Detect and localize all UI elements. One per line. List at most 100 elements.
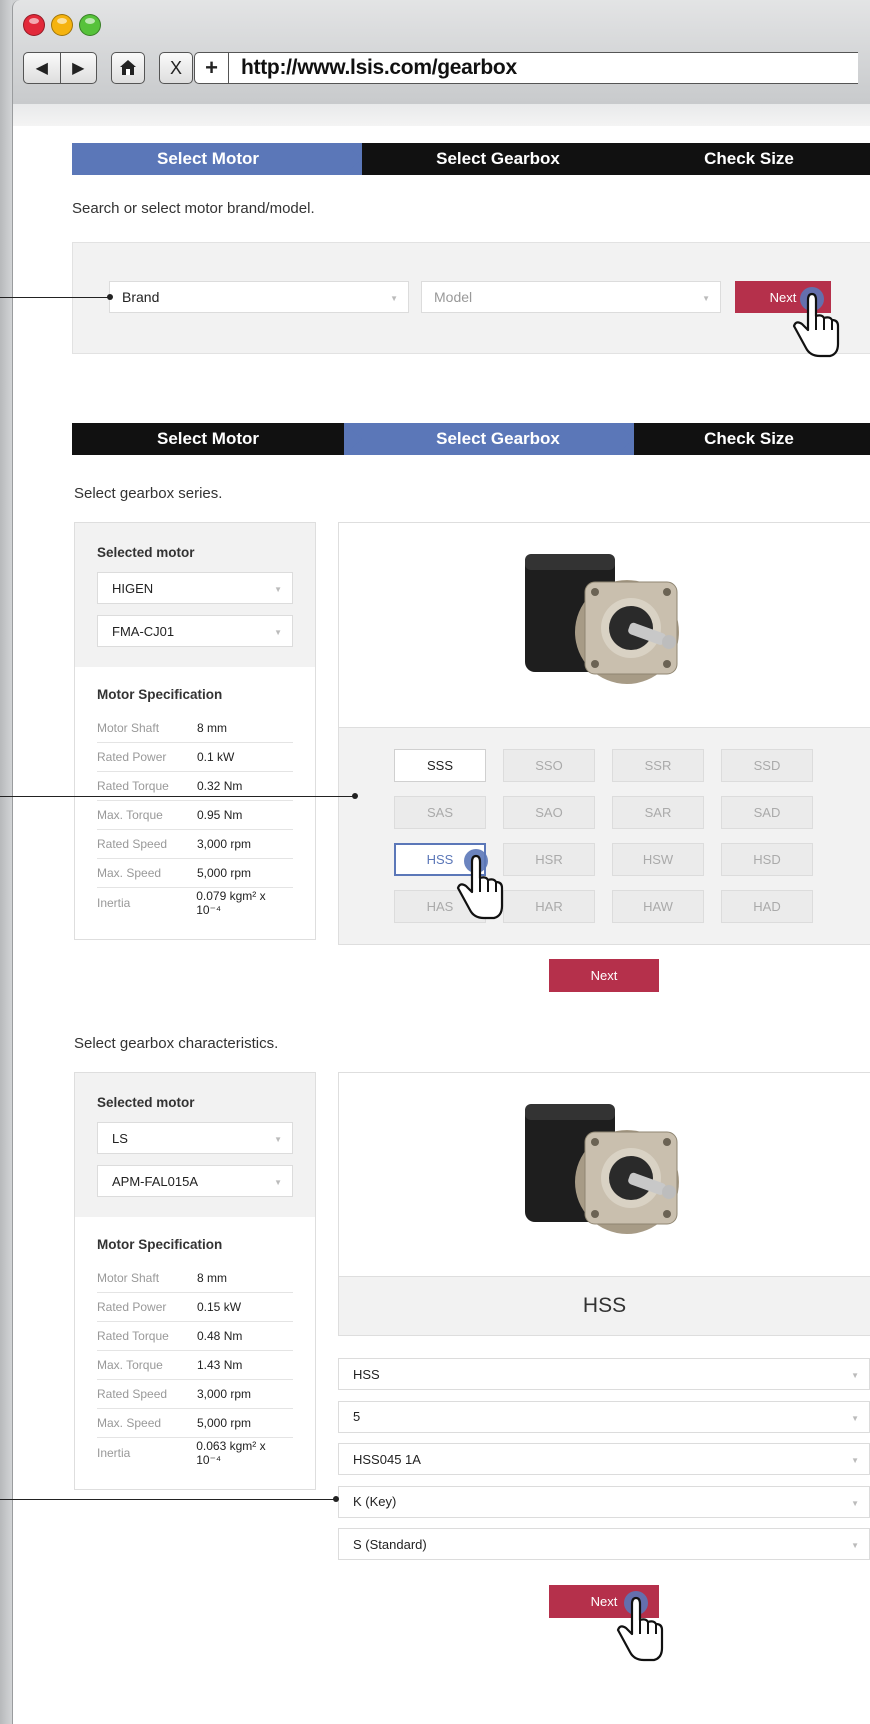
series-button-sso[interactable]: SSO [503,749,595,782]
section-hint: Select gearbox characteristics. [74,1035,279,1052]
spec-value: 3,000 rpm [197,1387,252,1401]
minimize-window-button[interactable] [51,14,73,36]
spec-row: Rated Power 0.1 kW [97,743,293,772]
chevron-down-icon: ▼ [851,1413,859,1423]
step-bar-1: Select Motor Select Gearbox Check Size [72,143,870,175]
chevron-down-icon: ▼ [390,294,398,303]
spec-value: 0.32 Nm [197,779,243,793]
spec-row: Inertia 0.063 kgm² x 10⁻⁴ [97,1438,293,1467]
chevron-down-icon: ▼ [851,1541,859,1550]
step-select-gearbox[interactable]: Select Gearbox [362,423,634,455]
spec-label: Rated Power [97,750,167,764]
motor-brand-select[interactable]: HIGEN ▼ [97,572,293,604]
spec-label: Max. Torque [97,808,163,822]
hand-cursor-icon [456,849,504,920]
series-button-had[interactable]: HAD [721,890,813,923]
spec-value: 1.43 Nm [197,1358,243,1372]
spec-table: Motor Shaft 8 mm Rated Power 0.1 kW Rated To… [97,714,293,917]
motor-brand-select[interactable]: LS ▼ [97,1122,293,1154]
spec-row: Max. Speed 5,000 rpm [97,859,293,888]
backlash-select[interactable]: S (Standard) ▼ [338,1528,870,1560]
spec-row: Max. Speed 5,000 rpm [97,1409,293,1438]
selected-series-title: HSS [338,1276,870,1336]
home-button[interactable] [111,52,145,84]
step-bar-2: Select Motor Select Gearbox Check Size [72,423,870,455]
series-button-ssr[interactable]: SSR [612,749,704,782]
spec-label: Rated Speed [97,837,168,851]
step-check-size[interactable]: Check Size [634,143,864,175]
motor-model-select[interactable]: APM-FAL015A ▼ [97,1165,293,1197]
section-hint: Search or select motor brand/model. [72,200,315,217]
selected-motor-box: Selected motor HIGEN ▼ FMA-CJ01 ▼ [75,523,315,667]
chevron-down-icon: ▼ [702,294,710,303]
spec-value: 0.95 Nm [197,808,243,822]
series-button-sar[interactable]: SAR [612,796,704,829]
spec-row: Rated Power 0.15 kW [97,1293,293,1322]
url-text[interactable]: http://www.lsis.com/gearbox [229,56,517,80]
shaft-select[interactable]: K (Key) ▼ [338,1485,870,1518]
forward-icon[interactable]: ▶ [61,53,97,83]
spec-label: Rated Power [97,1300,167,1314]
next-button[interactable]: Next [549,959,659,992]
series-select[interactable]: HSS ▼ [338,1358,870,1390]
motor-spec: Motor Specification Motor Shaft 8 mm Rated… [75,1217,315,1477]
home-icon [120,60,136,75]
series-button-sss[interactable]: SSS [394,749,486,782]
callout-dot [352,793,358,799]
series-button-har[interactable]: HAR [503,890,595,923]
step-select-motor[interactable]: Select Motor [72,423,344,455]
spec-label: Motor Shaft [97,1271,160,1285]
selected-motor-panel: Selected motor LS ▼ APM-FAL015A ▼ Motor … [74,1072,316,1490]
spec-table: Motor Shaft 8 mm Rated Power 0.15 kW Rated T… [97,1264,293,1467]
chevron-down-icon: ▼ [274,1135,282,1144]
step-select-motor[interactable]: Select Motor [72,143,344,175]
series-button-sas[interactable]: SAS [394,796,486,829]
zoom-window-button[interactable] [79,14,101,36]
spec-value: 0.15 kW [197,1300,242,1314]
motor-model-select[interactable]: FMA-CJ01 ▼ [97,615,293,647]
close-window-button[interactable] [23,14,45,36]
hand-cursor-icon [616,1591,664,1662]
series-button-haw[interactable]: HAW [612,890,704,923]
selected-motor-panel: Selected motor HIGEN ▼ FMA-CJ01 ▼ Motor … [74,522,316,940]
back-forward-group: ◀ ▶ [23,52,97,84]
spec-label: Rated Torque [97,1329,169,1343]
spec-row: Inertia 0.079 kgm² x 10⁻⁴ [97,888,293,917]
desktop-edge [0,0,12,1724]
spec-row: Rated Speed 3,000 rpm [97,830,293,859]
frame-select[interactable]: HSS045 1A ▼ [338,1443,870,1475]
spec-label: Max. Speed [97,1416,162,1430]
brand-select[interactable]: Brand ▼ [109,281,409,313]
motor-spec: Motor Specification Motor Shaft 8 mm Rated… [75,667,315,927]
motor-spec-heading: Motor Specification [97,687,223,702]
step-select-gearbox[interactable]: Select Gearbox [362,143,634,175]
series-button-sao[interactable]: SAO [503,796,595,829]
gearbox-image [525,1104,679,1234]
series-button-hsd[interactable]: HSD [721,843,813,876]
step-check-size[interactable]: Check Size [634,423,864,455]
spec-value: 0.079 kgm² x 10⁻⁴ [196,888,266,917]
series-button-sad[interactable]: SAD [721,796,813,829]
series-button-hsw[interactable]: HSW [612,843,704,876]
chevron-down-icon: ▼ [851,1498,859,1508]
callout-dot [333,1496,339,1502]
ratio-select[interactable]: 5 ▼ [338,1400,870,1433]
gearbox-image [525,554,679,684]
address-bar[interactable]: + http://www.lsis.com/gearbox [194,52,858,84]
series-button-ssd[interactable]: SSD [721,749,813,782]
spec-value: 5,000 rpm [197,1416,252,1430]
back-icon[interactable]: ◀ [24,53,61,83]
ratio-select-value: 5 [353,1409,361,1424]
model-select-value: Model [434,289,473,305]
spec-label: Rated Speed [97,1387,168,1401]
motor-search-panel: Brand ▼ Model ▼ Next [72,242,870,354]
spec-value: 0.1 kW [197,750,235,764]
new-tab-button[interactable]: + [195,53,229,83]
series-button-hsr[interactable]: HSR [503,843,595,876]
spec-label: Rated Torque [97,779,169,793]
chevron-down-icon: ▼ [274,1178,282,1187]
spec-value: 3,000 rpm [197,837,252,851]
selected-motor-heading: Selected motor [97,545,195,560]
stop-button[interactable]: X [159,52,193,84]
model-select[interactable]: Model ▼ [421,281,721,313]
